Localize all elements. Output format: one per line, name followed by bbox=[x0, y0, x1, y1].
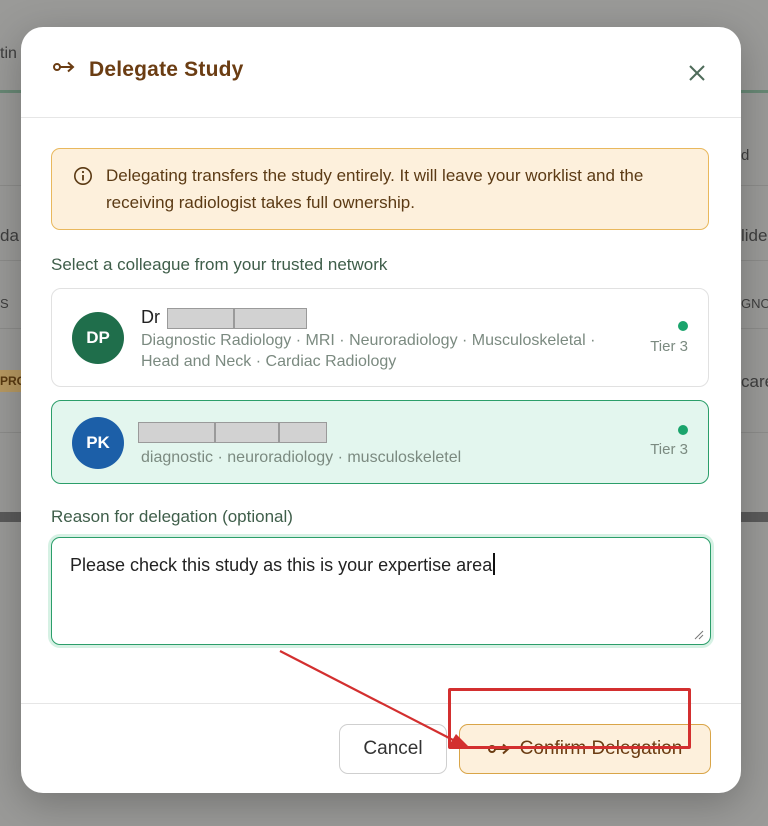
delegate-arrow-icon bbox=[487, 743, 510, 755]
cancel-button[interactable]: Cancel bbox=[339, 724, 447, 774]
close-icon[interactable] bbox=[685, 61, 709, 85]
text-caret bbox=[493, 553, 496, 575]
name-prefix: Dr bbox=[141, 307, 160, 327]
tier-label: Tier 3 bbox=[650, 441, 688, 458]
online-status-indicator bbox=[678, 425, 688, 435]
background-text: tin bbox=[0, 45, 17, 62]
redacted-name bbox=[234, 307, 308, 329]
redacted-name bbox=[167, 307, 235, 329]
colleague-name: Dr bbox=[141, 307, 308, 329]
reason-text: Please check this study as this is your … bbox=[70, 555, 493, 575]
dialog-footer: Cancel Confirm Delegation bbox=[21, 703, 741, 793]
colleague-name bbox=[138, 421, 327, 443]
background-text: care bbox=[741, 372, 768, 391]
redacted-name bbox=[215, 421, 279, 443]
colleague-card-pk[interactable]: PK diagnostic · neuroradiology · musculo… bbox=[51, 400, 709, 484]
colleague-specialties: Diagnostic Radiology · MRI · Neuroradiol… bbox=[141, 332, 596, 370]
background-text: S bbox=[0, 296, 9, 311]
reason-label: Reason for delegation (optional) bbox=[51, 507, 293, 526]
background-text: da bbox=[0, 226, 19, 245]
notice-text: Delegating transfers the study entirely.… bbox=[106, 166, 644, 212]
confirm-delegation-button[interactable]: Confirm Delegation bbox=[459, 724, 711, 774]
delegate-study-dialog: Delegate Study Delegating transfers the … bbox=[21, 27, 741, 793]
background-text: lide bbox=[741, 226, 768, 245]
tier-label: Tier 3 bbox=[650, 338, 688, 355]
delegate-arrow-icon bbox=[53, 61, 75, 73]
resize-handle-icon[interactable] bbox=[694, 630, 704, 640]
redacted-name bbox=[138, 421, 215, 443]
confirm-label: Confirm Delegation bbox=[519, 738, 683, 759]
info-icon bbox=[74, 167, 92, 185]
colleague-card-dp[interactable]: DP Dr Diagnostic Radiology · MRI · Neuro… bbox=[51, 288, 709, 387]
avatar: PK bbox=[72, 417, 124, 469]
background-text: d bbox=[741, 147, 750, 164]
online-status-indicator bbox=[678, 321, 688, 331]
background-text: GNO bbox=[741, 296, 768, 311]
delegation-warning-notice: Delegating transfers the study entirely.… bbox=[51, 148, 709, 230]
colleague-specialties: diagnostic · neuroradiology · musculoske… bbox=[141, 449, 462, 466]
dialog-header: Delegate Study bbox=[21, 27, 741, 118]
redacted-name bbox=[279, 421, 327, 443]
reason-textarea[interactable]: Please check this study as this is your … bbox=[51, 537, 711, 645]
colleague-section-label: Select a colleague from your trusted net… bbox=[51, 255, 388, 274]
dialog-title: Delegate Study bbox=[89, 58, 244, 81]
avatar: DP bbox=[72, 312, 124, 364]
